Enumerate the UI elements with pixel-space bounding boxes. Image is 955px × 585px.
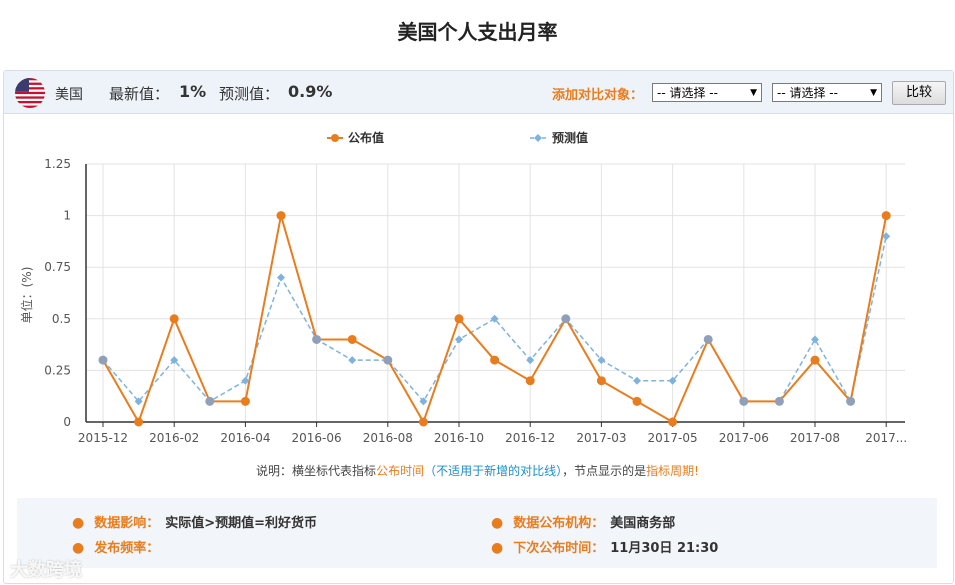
agency-label: 数据公布机构： [513,516,605,531]
frequency-label: 发布频率： [94,541,160,556]
y-tick-label: 0.5 [52,312,71,326]
info-frequency: ● 发布频率： [72,540,160,556]
actual-point [810,355,820,365]
actual-point [846,396,856,406]
legend-forecast-label: 预测值 [552,130,588,145]
info-agency: ● 数据公布机构： 美国商务部 [491,515,676,531]
legend-forecast-marker [534,134,542,142]
info-box: ● 数据影响： 实际值>预期值=利好货币 ● 数据公布机构： 美国商务部 ● 发布频率： … [17,498,937,568]
forecast-point [455,335,463,344]
actual-point [774,396,784,406]
next-release-label: 下次公布时间： [513,541,605,556]
x-tick-label: 2017... [865,431,907,445]
note-part-5: 指标周期 [646,464,695,478]
x-tick-label: 2016-10 [434,431,484,445]
actual-point [312,334,322,344]
x-tick-label: 2017-06 [719,431,769,445]
y-tick-label: 0.75 [44,260,71,274]
forecast-point [348,356,357,365]
info-impact: ● 数据影响： 实际值>预期值=利好货币 [72,515,318,531]
info-next-release: ● 下次公布时间： 11月30日 21:30 [491,540,719,556]
x-tick-label: 2017-05 [648,431,698,445]
agency-value: 美国商务部 [610,516,676,531]
actual-point [169,314,179,324]
y-axis-label: 单位：(%) [19,267,34,324]
impact-value: 实际值>预期值=利好货币 [165,516,318,531]
actual-point [205,396,215,406]
forecast-point [633,376,641,385]
legend-actual-marker [331,134,339,142]
x-tick-label: 2017-03 [576,431,626,445]
x-tick-label: 2016-02 [149,431,199,445]
y-tick-labels: 0 0.25 0.5 0.75 1 1.25 [44,157,71,429]
line-chart: 00.250.50.7511.25 2015-12 2016-02 2016-04 2… [19,130,907,445]
y-tick-label: 1 [63,209,71,223]
x-tick-label: 2016-12 [505,431,555,445]
chart-grid [86,163,905,427]
x-tick-label: 2017-08 [790,431,840,445]
actual-point [383,355,393,365]
actual-point [596,376,606,386]
chart-legend: 公布值 预测值 [327,130,588,145]
actual-point [418,417,428,427]
y-tick-label: 0 [63,415,71,429]
x-tick-label: 2016-04 [220,431,270,445]
actual-point [739,396,749,406]
y-tick-label: 1.25 [44,157,71,171]
actual-point [525,376,535,386]
note-part-2: 公布时间 [376,464,425,478]
watermark: 大数跨境 [10,560,82,581]
chart-note: 说明：横坐标代表指标公布时间（不适用于新增的对比线），节点显示的是指标周期! [0,462,955,479]
actual-point [98,355,108,365]
note-part-6: ! [694,464,699,478]
next-release-value: 11月30日 21:30 [610,541,719,556]
actual-point [276,211,286,221]
note-part-3: （不适用于新增的对比线） [424,464,563,478]
actual-point [703,334,713,344]
forecast-point [811,335,819,344]
actual-point [134,417,144,427]
forecast-point [277,273,285,282]
actual-point [490,355,500,365]
y-tick-label: 0.25 [44,363,71,377]
actual-point [881,211,891,221]
legend-actual-label: 公布值 [348,130,384,145]
forecast-point [526,356,535,365]
actual-point [454,314,464,324]
impact-label: 数据影响： [94,516,160,531]
x-tick-label: 2016-06 [292,431,342,445]
actual-point [668,417,678,427]
x-tick-labels: 2015-12 2016-02 2016-04 2016-06 2016-08 2016-… [78,431,907,445]
actual-point [561,314,571,324]
actual-point [632,396,642,406]
note-part-1: 说明：横坐标代表指标 [256,464,377,478]
x-tick-label: 2015-12 [78,431,128,445]
actual-point [347,334,357,344]
actual-point [240,396,250,406]
note-part-4: ，节点显示的是 [562,464,647,478]
x-tick-label: 2016-08 [363,431,413,445]
chart-axes [85,164,905,423]
